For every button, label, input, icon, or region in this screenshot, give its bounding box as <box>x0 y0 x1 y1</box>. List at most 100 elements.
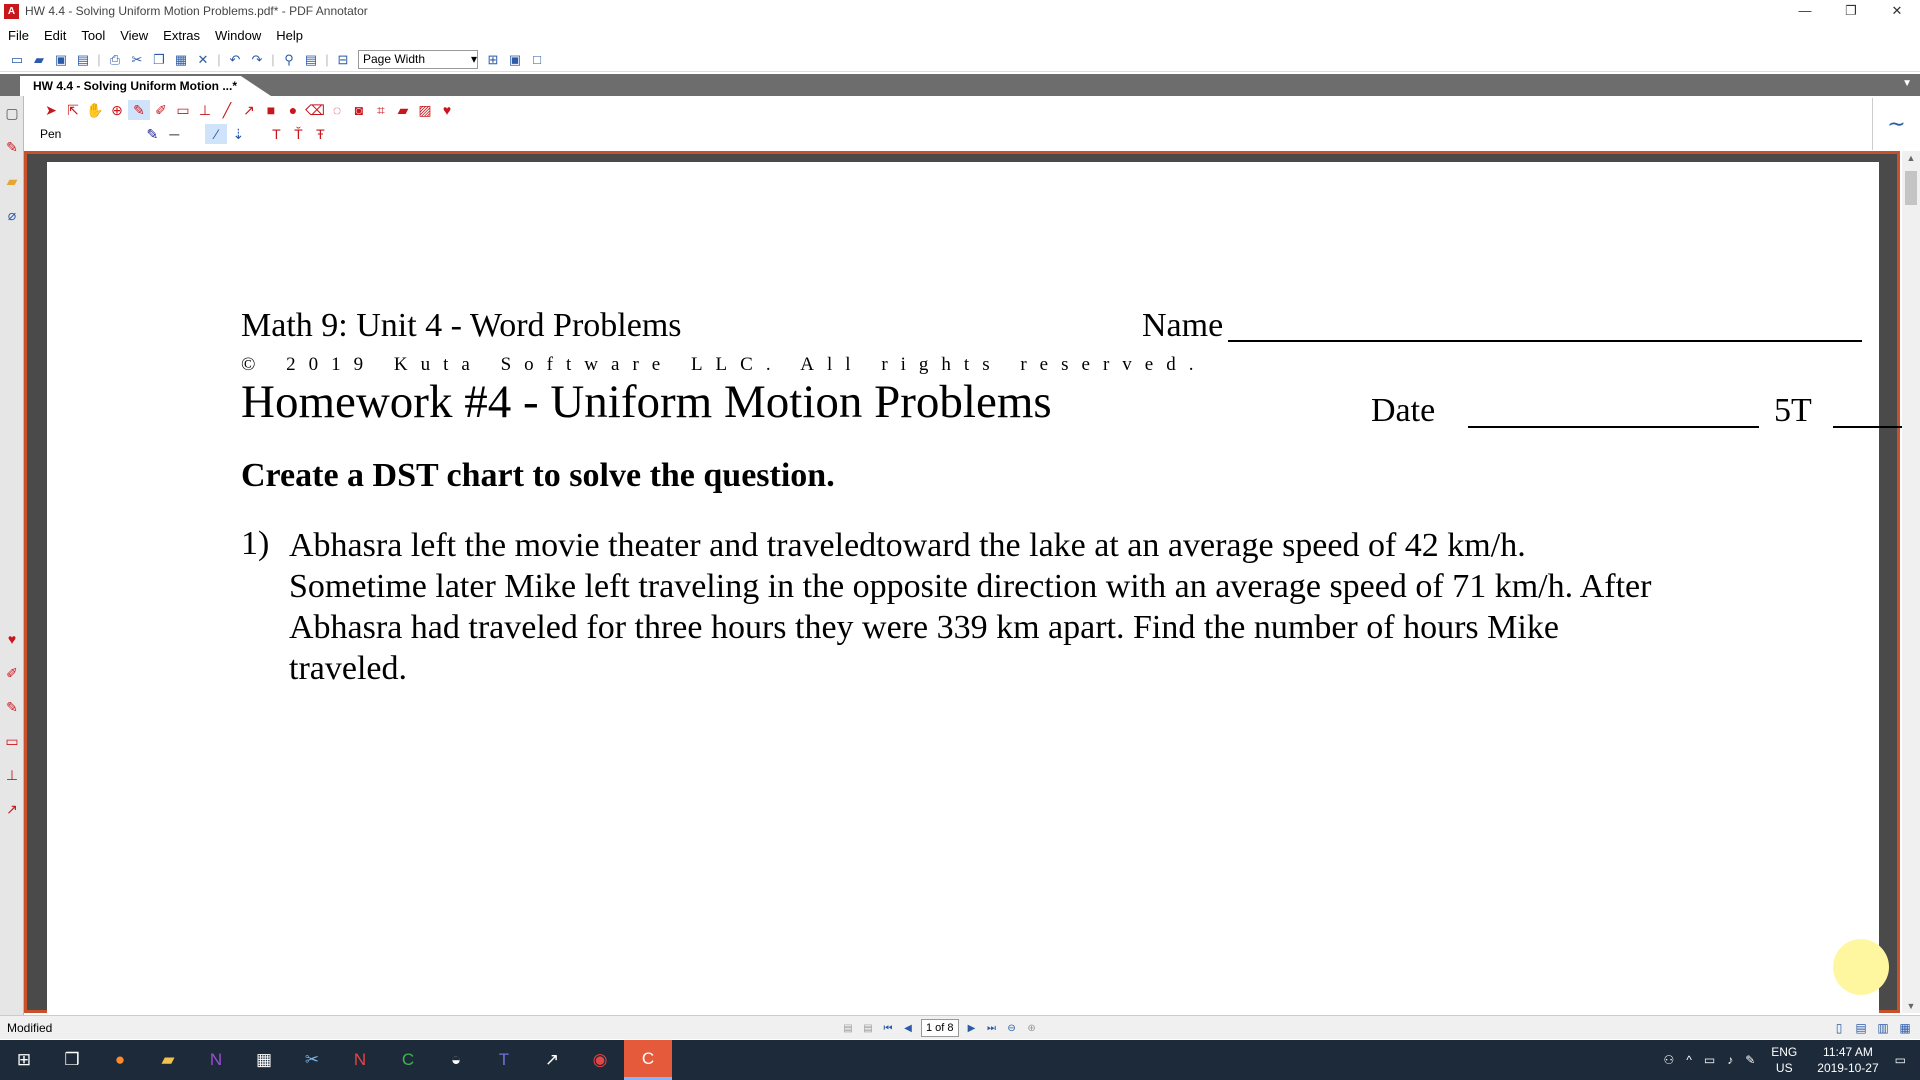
stamp-icon[interactable]: ⊥ <box>0 758 24 792</box>
ruler-icon[interactable]: ▰ <box>392 100 414 120</box>
page-icon[interactable]: ▢ <box>0 96 24 130</box>
stamp-tool-icon[interactable]: ⊥ <box>194 100 216 120</box>
save-as-icon[interactable]: ▤ <box>72 50 94 70</box>
paste-icon[interactable]: ▦ <box>170 50 192 70</box>
find-icon[interactable]: ⚲ <box>278 50 300 70</box>
layout-icon[interactable]: ▤ <box>300 50 322 70</box>
text-tool-icon[interactable]: ▭ <box>172 100 194 120</box>
two-page-view-icon[interactable]: ▥ <box>1872 1019 1894 1037</box>
show-hidden-icons[interactable]: ^ <box>1686 1053 1692 1067</box>
paste-page-icon[interactable]: ▤ <box>858 1019 878 1037</box>
continuous-view-icon[interactable]: ▤ <box>1850 1019 1872 1037</box>
new-document-icon[interactable]: ▭ <box>6 50 28 70</box>
arrow-icon[interactable]: ↗ <box>0 792 24 826</box>
line-tool-icon[interactable]: ╱ <box>216 100 238 120</box>
volume-icon[interactable]: ♪ <box>1727 1053 1733 1067</box>
forward-icon[interactable]: ⊕ <box>1022 1019 1042 1037</box>
menu-tool[interactable]: Tool <box>81 28 105 43</box>
line-width-icon[interactable]: ─ <box>163 124 185 144</box>
camera-icon[interactable]: ◙ <box>348 100 370 120</box>
save-icon[interactable]: ▣ <box>50 50 72 70</box>
paperclip-icon[interactable]: ⌀ <box>0 198 24 232</box>
marker-icon[interactable]: ✐ <box>0 656 24 690</box>
pdf-annotator-taskbar-icon[interactable]: C <box>624 1040 672 1080</box>
last-page-icon[interactable]: ⏭ <box>982 1019 1002 1037</box>
menu-extras[interactable]: Extras <box>163 28 200 43</box>
folder-icon[interactable]: ▰ <box>0 164 24 198</box>
copy-page-icon[interactable]: ▤ <box>838 1019 858 1037</box>
rectangle-tool-icon[interactable]: ■ <box>260 100 282 120</box>
start-windows-icon[interactable]: ⊞ <box>0 1040 48 1080</box>
page-indicator[interactable]: 1 of 8 <box>921 1019 959 1037</box>
network-icon[interactable]: ▭ <box>1704 1053 1715 1067</box>
ellipse-tool-icon[interactable]: ● <box>282 100 304 120</box>
pen-icon[interactable]: ✎ <box>0 130 24 164</box>
fit-page-icon[interactable]: ▣ <box>504 50 526 70</box>
whiteboard-icon[interactable]: ↗ <box>528 1040 576 1080</box>
menu-file[interactable]: File <box>8 28 29 43</box>
file-explorer-icon[interactable]: ▰ <box>144 1040 192 1080</box>
notifications-icon[interactable]: ▭ <box>1895 1053 1906 1067</box>
screen-recorder-icon[interactable]: ◉ <box>576 1040 624 1080</box>
menu-view[interactable]: View <box>120 28 148 43</box>
image-icon[interactable]: ▨ <box>414 100 436 120</box>
calculator-icon[interactable]: ▦ <box>240 1040 288 1080</box>
delete-icon[interactable]: ✕ <box>192 50 214 70</box>
onenote-icon[interactable]: N <box>192 1040 240 1080</box>
vertical-scrollbar[interactable]: ▲ ▼ <box>1902 151 1920 1013</box>
back-icon[interactable]: ⊖ <box>1002 1019 1022 1037</box>
undo-icon[interactable]: ↶ <box>224 50 246 70</box>
menu-edit[interactable]: Edit <box>44 28 66 43</box>
close-window-button[interactable]: ✕ <box>1874 0 1920 22</box>
previous-page-icon[interactable]: ◀ <box>898 1019 918 1037</box>
arrow-tool-icon[interactable]: ↗ <box>238 100 260 120</box>
first-page-icon[interactable]: ⏮ <box>878 1019 898 1037</box>
cut-icon[interactable]: ✂ <box>126 50 148 70</box>
eraser-icon[interactable]: ⌫ <box>304 100 326 120</box>
marker-tool-icon[interactable]: ✐ <box>150 100 172 120</box>
language-indicator[interactable]: ENG US <box>1771 1044 1797 1076</box>
document-tab[interactable]: HW 4.4 - Solving Uniform Motion ...* <box>20 76 271 96</box>
snap-icon[interactable]: ⇣ <box>227 124 249 144</box>
pdf-app-icon[interactable]: N <box>336 1040 384 1080</box>
firefox-icon[interactable]: ● <box>96 1040 144 1080</box>
two-page-continuous-icon[interactable]: ▦ <box>1894 1019 1916 1037</box>
pdf-page[interactable]: Math 9: Unit 4 - Word Problems Name © 20… <box>47 162 1905 1022</box>
scroll-thumb[interactable] <box>1905 171 1917 205</box>
single-page-view-icon[interactable]: ▯ <box>1828 1019 1850 1037</box>
menu-window[interactable]: Window <box>215 28 261 43</box>
pen-tool-icon[interactable]: ✎ <box>128 100 150 120</box>
people-icon[interactable]: ⚇ <box>1663 1053 1674 1067</box>
favorites-icon[interactable]: ♥ <box>436 100 458 120</box>
minimize-button[interactable]: — <box>1782 0 1828 22</box>
favorites-heart-icon[interactable]: ♥ <box>0 622 24 656</box>
task-view-icon[interactable]: ❒ <box>48 1040 96 1080</box>
photos-icon[interactable]: ◒ <box>432 1040 480 1080</box>
copy-icon[interactable]: ❐ <box>148 50 170 70</box>
redo-icon[interactable]: ↷ <box>246 50 268 70</box>
smooth-stroke-icon[interactable]: ⁄ <box>205 124 228 144</box>
hand-pan-icon[interactable]: ✋ <box>84 100 106 120</box>
zoom-in-icon[interactable]: ⊞ <box>482 50 504 70</box>
next-page-icon[interactable]: ▶ <box>962 1019 982 1037</box>
teams-icon[interactable]: T <box>480 1040 528 1080</box>
tab-list-icon[interactable]: ▼ <box>1902 78 1912 89</box>
zoom-select[interactable]: Page Width ▾ <box>358 50 478 69</box>
open-folder-icon[interactable]: ▰ <box>28 50 50 70</box>
scroll-up-icon[interactable]: ▲ <box>1902 153 1920 163</box>
pen-workspace-icon[interactable]: ✎ <box>1745 1053 1755 1067</box>
scroll-down-icon[interactable]: ▼ <box>1902 1001 1920 1011</box>
text-underline-icon[interactable]: T <box>265 124 287 144</box>
snipping-tool-icon[interactable]: ✂ <box>288 1040 336 1080</box>
document-view[interactable]: Math 9: Unit 4 - Word Problems Name © 20… <box>24 151 1905 1022</box>
full-screen-icon[interactable]: □ <box>526 50 548 70</box>
zoom-tool-icon[interactable]: ⊕ <box>106 100 128 120</box>
textbox-icon[interactable]: ▭ <box>0 724 24 758</box>
lasso-icon[interactable]: ◌ <box>326 100 348 120</box>
pen-color-icon[interactable]: ✎ <box>141 124 163 144</box>
print-icon[interactable]: ⎙ <box>104 50 126 70</box>
menu-help[interactable]: Help <box>276 28 303 43</box>
select-text-icon[interactable]: ⇱ <box>62 100 84 120</box>
text-strike-icon[interactable]: Ŧ <box>309 124 331 144</box>
crop-icon[interactable]: ⌗ <box>370 100 392 120</box>
